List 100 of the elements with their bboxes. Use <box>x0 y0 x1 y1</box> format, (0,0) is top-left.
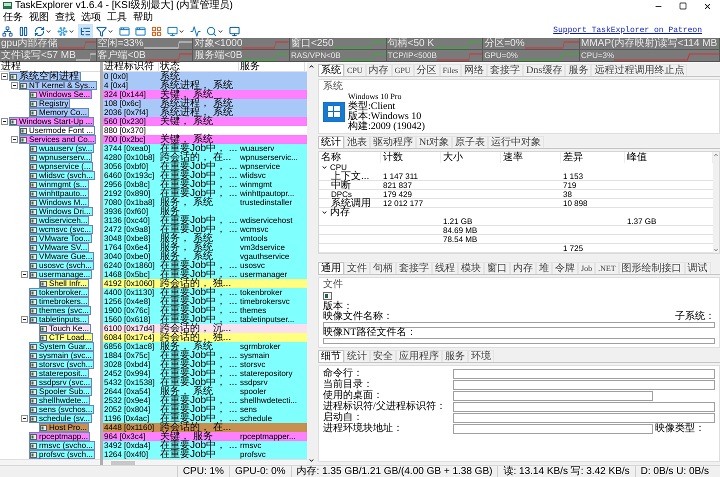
scroll-down-icon[interactable] <box>308 457 314 464</box>
process-row[interactable]: 2644 [0xa54] 服务， 系统 spooler <box>103 387 307 396</box>
process-row[interactable]: 3040 [0xbe0] 服务， 系统 vgauthservice <box>103 252 307 261</box>
process-row[interactable]: 2472 [0x9a8] 在重要Job中， ... wcmsvc <box>103 225 307 234</box>
process-name[interactable]: ssdpsrv (svc... <box>29 378 92 387</box>
process-row[interactable]: 3136 [0xc40] 在重要Job中， ... wdiservicehost <box>103 216 307 225</box>
process-name[interactable]: Services and Co... <box>19 135 96 144</box>
caret-icon[interactable] <box>45 28 52 34</box>
tab[interactable]: .NET <box>595 262 619 274</box>
process-name[interactable]: Usermode Font ... <box>19 126 96 135</box>
input-field[interactable] <box>453 369 715 379</box>
maximize-icon[interactable] <box>679 2 687 10</box>
expand-icon[interactable] <box>321 164 328 171</box>
process-name[interactable]: sens (svchos... <box>29 405 94 414</box>
process-row[interactable]: 3744 [0xea0] 在重要Job中， ... wuauserv <box>103 144 307 153</box>
process-row[interactable]: 6460 [0x193c] 在重要Job中， ... wlidsvc <box>103 171 307 180</box>
input-field[interactable] <box>453 413 715 423</box>
process-name[interactable]: tabletinputs... <box>29 315 89 324</box>
collapse-icon[interactable] <box>21 415 28 422</box>
process-row[interactable]: 560 [0x230] 关键， 系统 <box>103 117 307 126</box>
input-field[interactable] <box>453 391 653 401</box>
tab[interactable]: 统计 <box>318 136 344 148</box>
menu-item[interactable]: 查找 <box>52 12 78 24</box>
tab[interactable]: 句柄 <box>370 262 396 274</box>
window-icon[interactable] <box>119 26 130 36</box>
process-name[interactable]: storsvc (svch... <box>29 360 94 369</box>
collapse-icon[interactable] <box>21 271 28 278</box>
process-name[interactable]: statereposit... <box>29 369 90 378</box>
tab[interactable]: 窗口 <box>484 262 510 274</box>
process-name[interactable]: rmsvc (svcho... <box>29 441 95 450</box>
horizontal-scrollbar[interactable] <box>0 459 100 465</box>
input-field[interactable] <box>323 322 715 328</box>
process-row[interactable]: 4400 [0x1130] 在重要Job中， ... tokenbroker <box>103 288 307 297</box>
process-name[interactable]: VMware Gue... <box>29 252 94 261</box>
process-row[interactable]: 3028 [0xbd4] 在重要Job中， ... storsvc <box>103 360 307 369</box>
process-row[interactable]: 700 [0x2bc] 关键， 系统 <box>103 135 307 144</box>
process-row[interactable]: 4 [0x4] 系统进程， 系统 <box>103 81 307 90</box>
process-row[interactable]: 5432 [0x1538] 在重要Job中， ... ssdpsrv <box>103 378 307 387</box>
tab[interactable]: 套接字 <box>396 262 432 274</box>
process-row[interactable]: 1764 [0x6e4] 服务， 系统 vm3dservice <box>103 243 307 252</box>
process-name[interactable]: Windows Start-Up ... <box>9 117 94 126</box>
process-row[interactable]: 1468 [0x5bc] 在重要Job中， ... usermanager <box>103 270 307 279</box>
tab[interactable]: Dns缓存 <box>523 64 566 76</box>
patreon-link[interactable]: Support TaskExplorer on Patreon <box>553 25 720 37</box>
process-name[interactable]: Host Pro... <box>39 423 89 432</box>
column-header[interactable]: 差异 <box>561 152 625 163</box>
process-name[interactable]: Memory Co... <box>29 108 90 117</box>
tab[interactable]: 通用 <box>318 262 344 274</box>
process-name[interactable]: schedule (sv... <box>29 414 92 423</box>
process-name[interactable]: Shell Infr... <box>39 279 89 288</box>
process-name[interactable]: wcmsvc (svc... <box>29 225 93 234</box>
tab[interactable]: 模块 <box>458 262 484 274</box>
column-header[interactable]: 大小 <box>441 152 501 163</box>
process-row[interactable]: 108 [0x6c] 系统进程， 系统 <box>103 99 307 108</box>
process-name[interactable]: 系统空闲进程 <box>9 72 81 81</box>
process-row[interactable]: 2532 [0x9e4] 在重要Job中， ... shellhwdetecti... <box>103 396 307 405</box>
monitor-icon[interactable] <box>167 26 178 36</box>
vertical-scrollbar[interactable] <box>307 62 315 465</box>
process-row[interactable]: 3048 [0xbe8] 服务， 系统 vmtools <box>103 234 307 243</box>
process-row[interactable]: 2052 [0x804] 在重要Job中， ... sens <box>103 405 307 414</box>
input-field[interactable] <box>323 338 715 344</box>
process-name[interactable]: wlidsvc (svch... <box>29 171 95 180</box>
pause-icon[interactable] <box>18 26 29 36</box>
process-name[interactable]: rpceptmapp... <box>29 432 90 441</box>
process-row[interactable]: 1900 [0x76c] 在重要Job中， ... themes <box>103 306 307 315</box>
tab[interactable]: 网络 <box>461 64 488 76</box>
process-row[interactable]: 4448 [0x1160] 跨会话的， 在... <box>103 423 307 432</box>
collapse-icon[interactable] <box>11 82 18 89</box>
process-row[interactable]: 1256 [0x4e8] 在重要Job中， ... timebrokersvc <box>103 297 307 306</box>
tab[interactable]: 线程 <box>432 262 458 274</box>
tab[interactable]: 内存 <box>510 262 536 274</box>
process-row[interactable]: 2956 [0xb8c] 在重要Job中， ... winmgmt <box>103 180 307 189</box>
process-row[interactable]: 6856 [0x1ac8] 服务， 系统 sgrmbroker <box>103 342 307 351</box>
tab[interactable]: 应用程序 <box>396 350 442 362</box>
process-name[interactable]: winhttpauto... <box>29 189 89 198</box>
network-icon[interactable] <box>2 26 13 36</box>
expand-icon[interactable] <box>321 209 328 216</box>
process-name[interactable]: NT Kernel & Sys... <box>19 81 97 90</box>
tab[interactable]: 细节 <box>318 350 344 362</box>
horizontal-scrollbar[interactable] <box>103 459 307 465</box>
search-icon[interactable] <box>206 26 217 36</box>
column-header[interactable]: 名称 <box>319 152 381 163</box>
process-name[interactable]: timebrokers... <box>29 297 90 306</box>
collapse-icon[interactable] <box>1 73 8 80</box>
process-row[interactable]: 1560 [0x618] 在重要Job中， ... tabletinputser... <box>103 315 307 324</box>
tab[interactable]: GPU <box>392 64 414 76</box>
tab[interactable]: 令牌 <box>552 262 578 274</box>
pulse-icon[interactable] <box>190 26 201 36</box>
process-row[interactable]: 6100 [0x17d4] 跨会话的， 沉... <box>103 324 307 333</box>
scroll-up-icon[interactable] <box>308 63 314 70</box>
process-name[interactable]: wdiserviceh... <box>29 216 90 225</box>
tab[interactable]: 服务 <box>442 350 468 362</box>
tab[interactable]: 运行中对象 <box>488 136 544 148</box>
process-name[interactable]: CTF Load... <box>39 333 94 342</box>
menu-item[interactable]: 选项 <box>78 12 104 24</box>
tab[interactable]: 图形绘制接口 <box>618 262 685 274</box>
tab[interactable]: 套接字 <box>487 64 524 76</box>
process-row[interactable]: 6084 [0x17c4] 跨会话的， 独... <box>103 333 307 342</box>
input-field[interactable] <box>453 380 715 390</box>
process-name[interactable]: usosvc (svch... <box>29 261 94 270</box>
